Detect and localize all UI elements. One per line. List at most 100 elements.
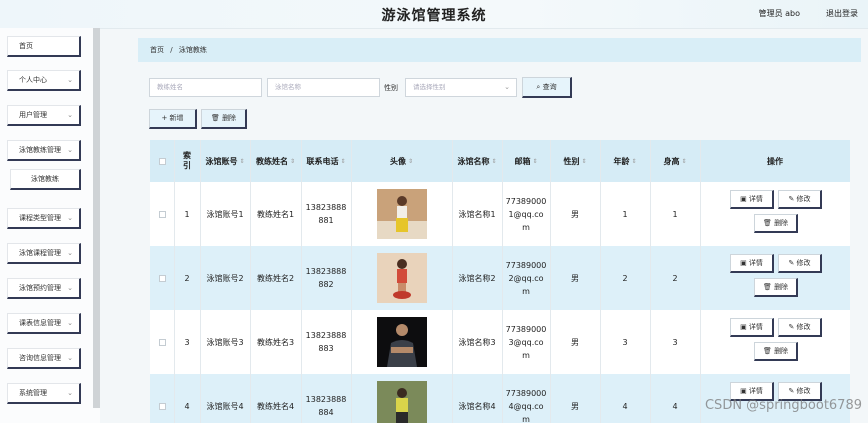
col-email[interactable]: 邮箱 ⇕ [502, 140, 550, 182]
sidebar-item-booking[interactable]: 泳馆预约管理 ⌄ [7, 278, 81, 299]
sort-icon: ⇕ [289, 157, 296, 165]
col-height[interactable]: 身高 ⇕ [650, 140, 700, 182]
sidebar-item-profile[interactable]: 个人中心 ⌄ [7, 70, 81, 91]
sidebar-item-label: 课表信息管理 [19, 319, 61, 327]
column-divider [650, 140, 651, 423]
app-title: 游泳馆管理系统 [381, 8, 487, 24]
cell-avatar [351, 374, 452, 423]
cell-phone: 13823888 884 [305, 395, 347, 417]
coach-table: 索引 泳馆账号 ⇕ 教练姓名 ⇕ 联系电话 ⇕ 头像 ⇕ 泳馆名称 ⇕ 邮箱 ⇕ 性别 ⇕ 年… [150, 140, 850, 423]
sidebar-item-coach-mgmt[interactable]: 泳馆教练管理 ⌄ [7, 140, 81, 161]
delete-button-label: 删除 [222, 114, 237, 122]
detail-button[interactable]: ▣ 详情 [730, 254, 774, 273]
sidebar-item-label: 用户管理 [19, 111, 47, 119]
col-gender[interactable]: 性别 ⇕ [550, 140, 600, 182]
chevron-down-icon: ⌄ [67, 111, 73, 119]
chevron-down-icon: ⌄ [67, 389, 73, 397]
delete-button[interactable]: 🗑 删除 [754, 342, 798, 361]
edit-icon: ✎ [788, 387, 795, 395]
chevron-down-icon: ⌄ [67, 146, 73, 154]
gender-select[interactable]: 请选择性别 ⌄ [405, 78, 517, 97]
col-avatar[interactable]: 头像 ⇕ [351, 140, 452, 182]
chevron-down-icon: ⌄ [67, 319, 73, 327]
edit-button[interactable]: ✎ 修改 [778, 254, 822, 273]
sidebar-item-home[interactable]: 首页 [7, 36, 81, 57]
venue-name-input[interactable]: 泳馆名称 [267, 78, 380, 97]
coach-photo [376, 189, 427, 239]
edit-button[interactable]: ✎ 修改 [778, 318, 822, 337]
cell-gender: 男 [571, 273, 579, 283]
breadcrumb: 首页 / 泳馆教练 [150, 45, 207, 55]
breadcrumb-current: 泳馆教练 [178, 46, 207, 54]
watermark: CSDN @springboot6789 [704, 398, 862, 413]
cell-coach-name: 教练姓名4 [256, 401, 295, 411]
row-select[interactable] [150, 374, 174, 423]
delete-button[interactable]: 🗑 删除 [754, 278, 798, 297]
bulk-delete-button[interactable]: 🗑 删除 [201, 109, 247, 129]
chevron-down-icon: ⌄ [504, 83, 510, 91]
sidebar-item-system[interactable]: 系统管理 ⌄ [7, 383, 81, 404]
sidebar-item-label: 首页 [19, 42, 33, 50]
checkbox[interactable] [158, 338, 166, 346]
cell-avatar [351, 182, 452, 246]
coach-photo [376, 253, 427, 303]
add-button[interactable]: + 新增 [149, 109, 197, 129]
col-phone[interactable]: 联系电话 ⇕ [301, 140, 351, 182]
header-select-all[interactable] [150, 140, 174, 182]
table-row: 3 泳馆账号3 教练姓名3 13823888 883 泳馆名称3 77389000… [150, 310, 850, 375]
coach-name-input[interactable]: 教练姓名 [149, 78, 262, 97]
delete-button[interactable]: 🗑 删除 [754, 214, 798, 233]
cell-height: 1 [672, 209, 678, 219]
cell-venue: 泳馆名称3 [458, 337, 496, 347]
col-age[interactable]: 年龄 ⇕ [600, 140, 650, 182]
detail-button[interactable]: ▣ 详情 [730, 318, 774, 337]
sidebar-item-schedule[interactable]: 课表信息管理 ⌄ [7, 313, 81, 334]
logout-link[interactable]: 退出登录 [826, 8, 858, 19]
cell-phone: 13823888 883 [305, 331, 347, 353]
chevron-down-icon: ⌄ [67, 284, 73, 292]
gender-label: 性别 [384, 84, 398, 92]
sort-icon: ⇕ [532, 157, 538, 165]
sidebar-item-consult[interactable]: 咨询信息管理 ⌄ [7, 348, 81, 369]
checkbox[interactable] [158, 210, 166, 218]
detail-button[interactable]: ▣ 详情 [730, 190, 774, 209]
cell-coach-name: 教练姓名3 [256, 337, 295, 347]
search-button[interactable]: ⌕ 查询 [522, 77, 572, 98]
col-venue[interactable]: 泳馆名称 ⇕ [452, 140, 502, 182]
checkbox[interactable] [158, 402, 166, 410]
sidebar-item-users[interactable]: 用户管理 ⌄ [7, 105, 81, 126]
sidebar: 首页 个人中心 ⌄ 用户管理 ⌄ 泳馆教练管理 ⌄ 泳馆教练 课程类型管理 ⌄ … [0, 28, 100, 423]
column-divider [200, 140, 201, 423]
breadcrumb-home[interactable]: 首页 [150, 46, 164, 54]
sidebar-item-courses[interactable]: 泳馆课程管理 ⌄ [7, 243, 81, 264]
sidebar-subitem-coach[interactable]: 泳馆教练 [10, 169, 81, 190]
edit-icon: ✎ [788, 259, 795, 267]
sidebar-scrollbar[interactable] [93, 28, 100, 408]
trash-icon: 🗑 [762, 283, 772, 291]
col-coach-name[interactable]: 教练姓名 ⇕ [250, 140, 301, 182]
cell-age: 2 [622, 273, 628, 283]
col-operations: 操作 [767, 156, 783, 166]
cell-age: 1 [622, 209, 628, 219]
row-select[interactable] [150, 246, 174, 310]
edit-button[interactable]: ✎ 修改 [778, 190, 822, 209]
sidebar-item-label: 泳馆课程管理 [19, 249, 61, 257]
col-account[interactable]: 泳馆账号 ⇕ [200, 140, 250, 182]
row-select[interactable] [150, 310, 174, 374]
breadcrumb-separator: / [170, 46, 173, 54]
coach-photo [376, 381, 427, 423]
cell-venue: 泳馆名称4 [458, 401, 496, 411]
cell-phone: 13823888 882 [305, 267, 347, 289]
column-divider [600, 140, 601, 423]
plus-icon: + [161, 114, 168, 122]
row-select[interactable] [150, 182, 174, 246]
trash-icon: 🗑 [762, 219, 772, 227]
cell-avatar [351, 310, 452, 374]
cell-email: 77389000 2@qq.co m [505, 260, 547, 296]
sidebar-item-course-type[interactable]: 课程类型管理 ⌄ [7, 208, 81, 229]
col-index[interactable]: 索引 [174, 140, 200, 182]
add-button-label: 新增 [169, 114, 184, 122]
checkbox[interactable] [158, 157, 166, 165]
cell-index: 2 [184, 273, 190, 283]
checkbox[interactable] [158, 274, 166, 282]
